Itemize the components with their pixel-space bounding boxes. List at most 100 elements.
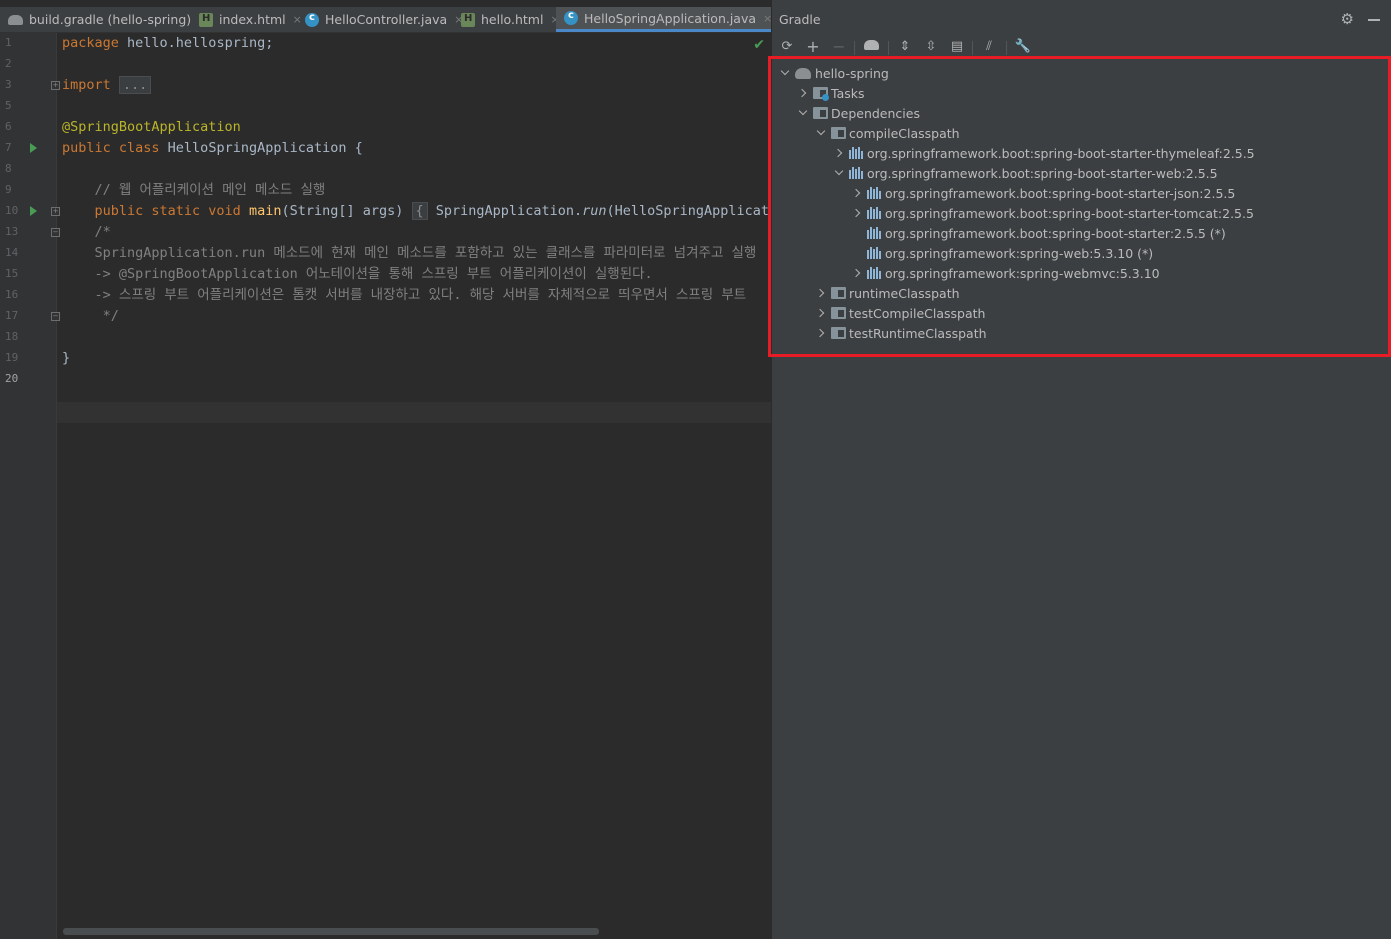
code-line: @SpringBootApplication	[62, 119, 241, 135]
tree-node-compile-classpath[interactable]: compileClasspath	[815, 123, 960, 143]
gradle-header: Gradle ⚙	[772, 7, 1391, 32]
folded-imports[interactable]: ...	[118, 76, 152, 94]
html-file-icon	[199, 12, 213, 27]
tree-node-label: compileClasspath	[849, 125, 960, 141]
tab-label: build.gradle (hello-spring)	[29, 12, 192, 27]
tab-hello-html[interactable]: hello.html ×	[461, 7, 560, 32]
tree-node-dependency[interactable]: org.springframework.boot:spring-boot-sta…	[851, 203, 1254, 223]
line-number: 14	[5, 246, 19, 259]
line-number: 18	[5, 330, 19, 343]
line-number: 9	[5, 183, 12, 196]
chevron-down-icon[interactable]	[833, 167, 845, 179]
code-area[interactable]: ✔ package hello.hellospring; import ... …	[57, 33, 771, 939]
line-number-gutter[interactable]: 1 2 3 5 6 7 8 9 10 13 14 15 16 17 18 19 …	[0, 33, 60, 939]
tree-node-dependency[interactable]: org.springframework.boot:spring-boot-sta…	[833, 143, 1255, 163]
folded-method-body[interactable]: {	[411, 202, 428, 220]
tab-label: hello.html	[481, 12, 544, 27]
chevron-right-icon[interactable]	[851, 187, 863, 199]
library-icon	[867, 207, 882, 219]
add-icon[interactable]: +	[804, 38, 822, 56]
chevron-down-icon[interactable]	[815, 127, 827, 139]
line-number: 16	[5, 288, 19, 301]
tree-node-dependency[interactable]: org.springframework.boot:spring-boot-sta…	[851, 223, 1226, 243]
tree-node-root[interactable]: hello-spring	[779, 63, 889, 83]
tree-node-dependency[interactable]: org.springframework:spring-webmvc:5.3.10	[851, 263, 1160, 283]
toolbar-separator	[1006, 41, 1007, 55]
tree-node-dependency[interactable]: org.springframework.boot:spring-boot-sta…	[851, 183, 1235, 203]
tree-node-test-compile-classpath[interactable]: testCompileClasspath	[815, 303, 985, 323]
line-number: 1	[5, 36, 12, 49]
code-editor[interactable]: build.gradle (hello-spring) × index.html…	[0, 0, 781, 939]
tree-node-label: org.springframework.boot:spring-boot-sta…	[867, 165, 1218, 181]
tree-node-tasks[interactable]: Tasks	[797, 83, 865, 103]
tree-node-label: hello-spring	[815, 65, 889, 81]
tree-node-dependency[interactable]: org.springframework.boot:spring-boot-sta…	[833, 163, 1218, 183]
chevron-right-icon[interactable]	[797, 87, 809, 99]
run-icon[interactable]	[30, 206, 37, 216]
gradle-toolbar: ⟳ + − ⇕ ⇳ ▤ ⫽ 🔧	[772, 34, 1391, 60]
html-file-icon	[461, 12, 475, 27]
gradle-panel-title: Gradle	[779, 12, 821, 27]
library-icon	[867, 227, 882, 239]
code-line: SpringApplication.run 메소드에 현재 메인 메소드를 포함…	[62, 245, 757, 261]
reload-icon[interactable]: ⟳	[778, 38, 796, 56]
line-number: 10	[5, 204, 19, 217]
settings-wrench-icon[interactable]: 🔧	[1014, 38, 1032, 56]
tab-hello-controller[interactable]: HelloController.java ×	[305, 7, 463, 32]
tree-node-label: org.springframework.boot:spring-boot-sta…	[885, 225, 1226, 241]
remove-icon[interactable]: −	[830, 38, 848, 56]
line-number: 5	[5, 99, 12, 112]
chevron-down-icon[interactable]	[779, 67, 791, 79]
library-icon	[867, 187, 882, 199]
library-icon	[849, 167, 864, 179]
configuration-folder-icon	[831, 287, 846, 299]
tab-index-html[interactable]: index.html ×	[199, 7, 302, 32]
execute-task-icon[interactable]	[862, 38, 880, 56]
gradle-tool-window: Gradle ⚙ ⟳ + − ⇕ ⇳ ▤ ⫽ 🔧 hello-spring Ta…	[771, 0, 1391, 939]
configuration-folder-icon	[831, 327, 846, 339]
tree-node-dependency[interactable]: org.springframework:spring-web:5.3.10 (*…	[851, 243, 1153, 263]
chevron-right-icon[interactable]	[815, 327, 827, 339]
tree-node-dependencies[interactable]: Dependencies	[797, 103, 920, 123]
tree-node-label: testRuntimeClasspath	[849, 325, 987, 341]
tree-node-test-runtime-classpath[interactable]: testRuntimeClasspath	[815, 323, 987, 343]
tree-node-label: Dependencies	[831, 105, 920, 121]
gradle-elephant-icon	[795, 67, 811, 79]
java-class-icon	[305, 12, 319, 27]
java-class-icon	[564, 10, 578, 25]
dependencies-icon[interactable]: ▤	[948, 38, 966, 56]
line-number: 3	[5, 78, 12, 91]
tree-node-label: org.springframework:spring-webmvc:5.3.10	[885, 265, 1160, 281]
code-line: public class HelloSpringApplication {	[62, 140, 363, 156]
close-icon[interactable]: ×	[293, 13, 302, 26]
chevron-right-icon[interactable]	[815, 287, 827, 299]
line-number: 20	[5, 372, 19, 385]
chevron-down-icon[interactable]	[797, 107, 809, 119]
library-icon	[867, 267, 882, 279]
collapse-all-icon[interactable]: ⇳	[922, 38, 940, 56]
chevron-right-icon[interactable]	[851, 207, 863, 219]
dependencies-folder-icon	[813, 107, 828, 119]
chevron-right-icon[interactable]	[815, 307, 827, 319]
tab-build-gradle[interactable]: build.gradle (hello-spring) ×	[8, 7, 207, 32]
tab-label: index.html	[219, 12, 286, 27]
configuration-folder-icon	[831, 307, 846, 319]
tab-hello-spring-application[interactable]: HelloSpringApplication.java ×	[556, 7, 781, 32]
run-icon[interactable]	[30, 143, 37, 153]
line-number: 8	[5, 162, 12, 175]
horizontal-scrollbar[interactable]	[63, 928, 599, 935]
chevron-right-icon[interactable]	[833, 147, 845, 159]
offline-toggle-icon[interactable]: ⫽	[980, 38, 998, 56]
editor-tab-bar: build.gradle (hello-spring) × index.html…	[0, 7, 781, 33]
configuration-folder-icon	[831, 127, 846, 139]
tree-node-label: testCompileClasspath	[849, 305, 986, 321]
code-line: */	[62, 308, 119, 324]
expand-all-icon[interactable]: ⇕	[896, 38, 914, 56]
gear-icon[interactable]: ⚙	[1341, 10, 1354, 28]
gradle-icon	[8, 14, 23, 25]
chevron-right-icon[interactable]	[851, 267, 863, 279]
minimize-icon[interactable]	[1368, 19, 1380, 21]
library-icon	[867, 247, 882, 259]
tree-node-runtime-classpath[interactable]: runtimeClasspath	[815, 283, 960, 303]
